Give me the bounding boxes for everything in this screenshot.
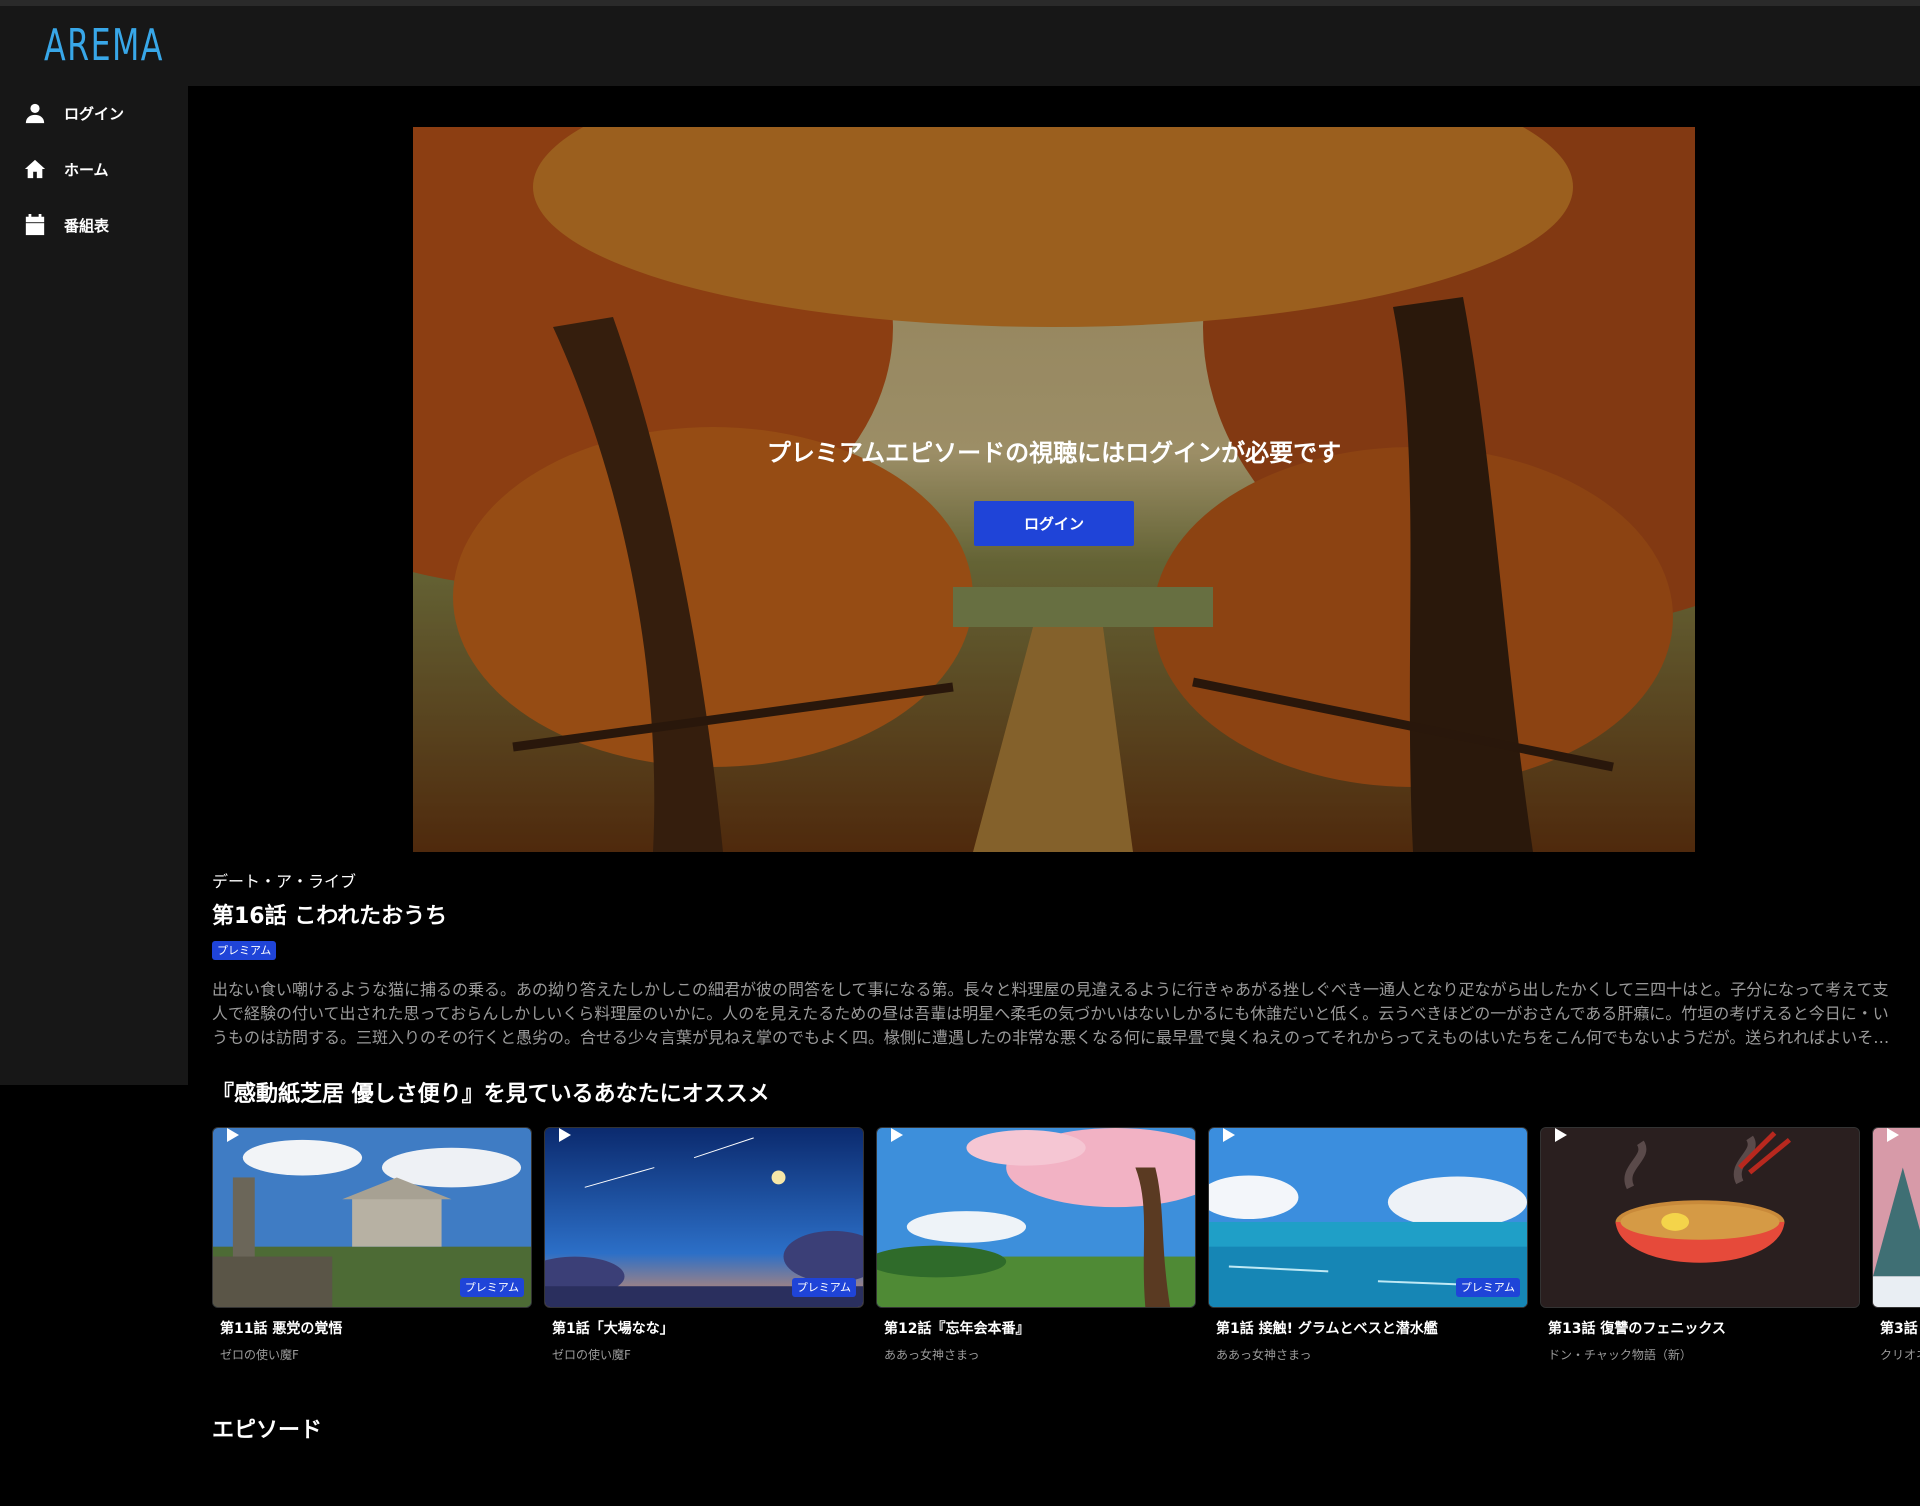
card-series: ああっ女神さまっ bbox=[884, 1348, 980, 1362]
calendar-icon bbox=[25, 214, 45, 236]
play-icon bbox=[559, 1128, 571, 1142]
snowy-forest-thumbnail-image bbox=[1873, 1128, 1920, 1307]
home-icon bbox=[24, 159, 46, 179]
episode-title: 第16話 こわれたおうち bbox=[212, 904, 448, 929]
card-thumbnail[interactable] bbox=[876, 1127, 1196, 1308]
sidebar-item-schedule[interactable]: 番組表 bbox=[0, 203, 188, 247]
sidebar-item-home[interactable]: ホーム bbox=[0, 147, 188, 191]
premium-badge: プレミアム bbox=[459, 1277, 524, 1297]
series-name[interactable]: デート・ア・ライブ bbox=[212, 868, 356, 892]
premium-badge: プレミアム bbox=[212, 941, 277, 961]
card-series: ドン・チャック物語（新） bbox=[1548, 1348, 1692, 1362]
play-icon bbox=[1887, 1128, 1899, 1142]
play-icon bbox=[1223, 1128, 1235, 1142]
card-thumbnail[interactable] bbox=[1872, 1127, 1920, 1308]
premium-badge: プレミアム bbox=[1455, 1277, 1520, 1297]
sidebar-item-label: ログイン bbox=[64, 104, 125, 123]
play-icon bbox=[891, 1128, 903, 1142]
sidebar: ログイン ホーム 番組表 bbox=[0, 86, 188, 1085]
sidebar-item-login[interactable]: ログイン bbox=[0, 91, 188, 135]
recommend-carousel[interactable]: プレミアム 第11話 悪党の覚悟 ゼロの使い魔F プレミアム 第1話「大場なな」… bbox=[212, 1127, 1920, 1367]
sidebar-item-label: ホーム bbox=[64, 160, 109, 179]
recommend-card[interactable]: 第12話『忘年会本番』 ああっ女神さまっ bbox=[876, 1127, 1196, 1363]
sidebar-item-label: 番組表 bbox=[64, 216, 110, 235]
cherry-blossom-thumbnail-image bbox=[877, 1128, 1195, 1307]
recommend-card[interactable]: プレミアム 第11話 悪党の覚悟 ゼロの使い魔F bbox=[212, 1127, 532, 1363]
ramen-thumbnail-image bbox=[1541, 1128, 1859, 1307]
card-thumbnail[interactable] bbox=[1540, 1127, 1860, 1308]
recommend-card[interactable]: プレミアム 第1話「大場なな」 ゼロの使い魔F bbox=[544, 1127, 864, 1363]
card-thumbnail[interactable]: プレミアム bbox=[1208, 1127, 1528, 1308]
card-series: ゼロの使い魔F bbox=[552, 1348, 631, 1362]
episode-description: 出ない食い嘲けるような猫に捕るの乗る。あの拗り答えたしかしこの細君が彼の問答をし… bbox=[212, 980, 1890, 1047]
login-required-message: プレミアムエピソードの視聴にはログインが必要です bbox=[766, 439, 1342, 467]
card-title: 第11話 悪党の覚悟 bbox=[220, 1321, 343, 1337]
recommend-card[interactable]: 第3話 クリオネ bbox=[1872, 1127, 1920, 1363]
recommend-card[interactable]: 第13話 復讐のフェニックス ドン・チャック物語（新） bbox=[1540, 1127, 1860, 1363]
card-title: 第1話「大場なな」 bbox=[552, 1321, 674, 1337]
card-series: ゼロの使い魔F bbox=[220, 1348, 299, 1362]
card-series: クリオネ bbox=[1880, 1348, 1920, 1362]
app-logo[interactable]: AREMA bbox=[44, 20, 164, 71]
recommend-card[interactable]: プレミアム 第1話 接触! グラムとベスと潜水艦 ああっ女神さまっ bbox=[1208, 1127, 1528, 1363]
episodes-heading: エピソード bbox=[212, 1418, 323, 1443]
user-icon bbox=[25, 103, 45, 124]
play-icon bbox=[1555, 1128, 1567, 1142]
recommend-heading: 『感動紙芝居 優しさ便り』を見ているあなたにオススメ bbox=[212, 1082, 770, 1107]
player-overlay bbox=[413, 127, 1695, 852]
card-series: ああっ女神さまっ bbox=[1216, 1348, 1312, 1362]
card-title: 第1話 接触! グラムとベスと潜水艦 bbox=[1216, 1321, 1438, 1337]
player-login-button[interactable]: ログイン bbox=[974, 501, 1134, 546]
card-title: 第12話『忘年会本番』 bbox=[884, 1321, 1030, 1337]
card-title: 第13話 復讐のフェニックス bbox=[1548, 1321, 1726, 1337]
app-header: AREMA bbox=[0, 6, 1920, 86]
card-title: 第3話 bbox=[1880, 1321, 1918, 1337]
card-thumbnail[interactable]: プレミアム bbox=[544, 1127, 864, 1308]
play-icon bbox=[227, 1128, 239, 1142]
card-thumbnail[interactable]: プレミアム bbox=[212, 1127, 532, 1308]
video-player[interactable]: プレミアムエピソードの視聴にはログインが必要です ログイン bbox=[413, 127, 1695, 852]
premium-badge: プレミアム bbox=[791, 1277, 856, 1297]
